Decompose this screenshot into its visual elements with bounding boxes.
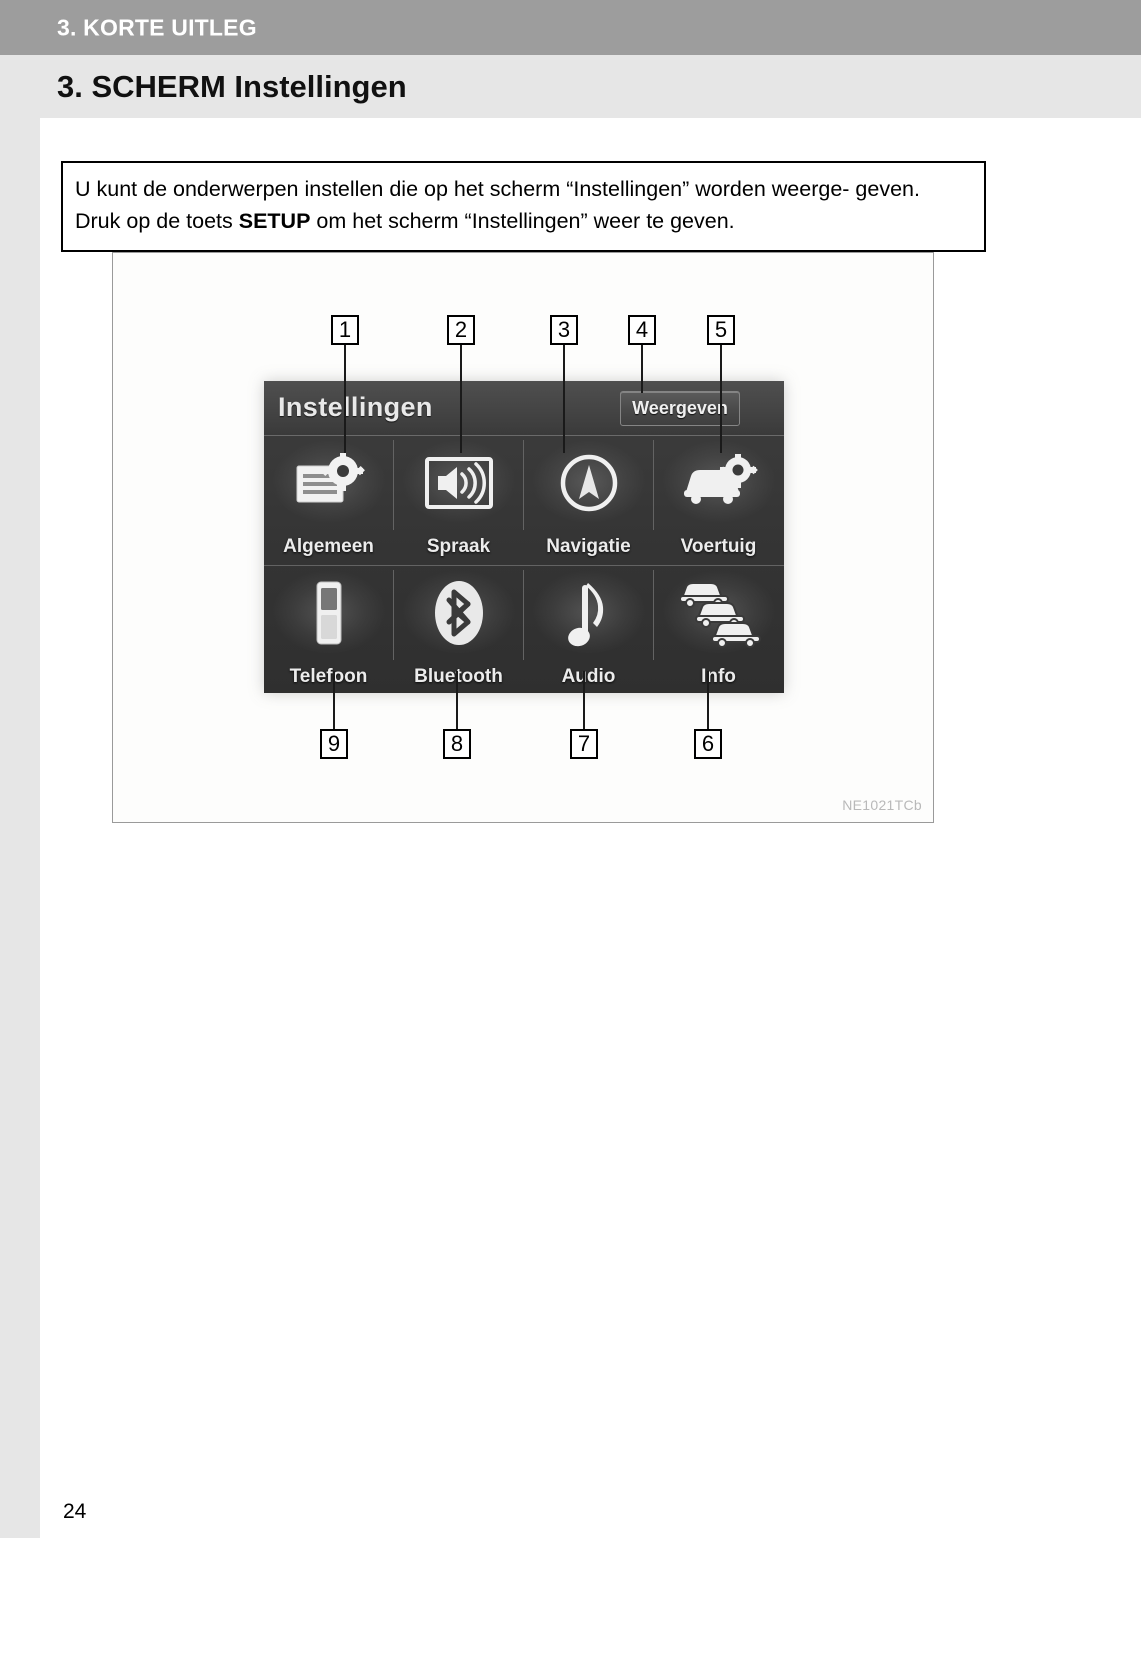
setup-key-label: SETUP — [238, 208, 311, 233]
navigation-settings-screen: Instellingen Weergeven Algemeen Spraak N… — [264, 381, 784, 693]
intro-line-2b: om het scherm “Instellingen” weer te gev… — [310, 208, 735, 233]
settings-item-telefoon[interactable]: Telefoon — [264, 566, 393, 693]
leader-line-4 — [641, 345, 643, 393]
page-title: 3. SCHERM Instellingen — [57, 68, 407, 104]
settings-item-audio[interactable]: Audio — [523, 566, 653, 693]
phone-icon — [264, 574, 393, 652]
navigation-compass-icon — [524, 444, 653, 522]
settings-item-label: Navigatie — [546, 536, 631, 557]
bluetooth-icon — [394, 574, 523, 652]
settings-item-label: Bluetooth — [414, 666, 503, 687]
leader-line-7 — [583, 671, 585, 729]
settings-grid: Algemeen Spraak Navigatie Voertuig Telef… — [264, 436, 784, 693]
settings-item-algemeen[interactable]: Algemeen — [264, 436, 393, 564]
leader-line-1 — [344, 345, 346, 453]
callout-1: 1 — [331, 315, 359, 345]
settings-item-label: Spraak — [426, 536, 491, 557]
chapter-bar: 3. KORTE UITLEG — [0, 0, 1141, 55]
settings-item-spraak[interactable]: Spraak — [393, 436, 523, 564]
callout-8: 8 — [443, 729, 471, 759]
callout-3: 3 — [550, 315, 578, 345]
leader-line-5 — [720, 345, 722, 453]
leader-line-2 — [460, 345, 462, 453]
display-button[interactable]: Weergeven — [620, 391, 740, 426]
section-title-band: 3. SCHERM Instellingen — [0, 55, 1141, 118]
music-note-icon — [524, 574, 653, 652]
callout-2: 2 — [447, 315, 475, 345]
page-edge-strip — [0, 118, 40, 1538]
settings-row-2: Telefoon Bluetooth Audio Info — [264, 565, 784, 693]
screen-titlebar: Instellingen Weergeven — [264, 381, 784, 436]
settings-row-1: Algemeen Spraak Navigatie Voertuig — [264, 436, 784, 564]
settings-item-bluetooth[interactable]: Bluetooth — [393, 566, 523, 693]
figure-frame: 1 2 3 4 5 9 8 7 6 Instellingen Weergeven — [112, 252, 934, 823]
chapter-label: 3. KORTE UITLEG — [57, 14, 257, 40]
settings-item-label: Voertuig — [680, 536, 757, 557]
settings-item-navigatie[interactable]: Navigatie — [523, 436, 653, 564]
callout-7: 7 — [570, 729, 598, 759]
screen-title: Instellingen — [278, 392, 433, 422]
intro-callout-box: U kunt de onderwerpen instellen die op h… — [61, 161, 986, 253]
settings-item-label: Algemeen — [283, 536, 374, 557]
voice-speaker-icon — [394, 444, 523, 522]
settings-item-voertuig[interactable]: Voertuig — [653, 436, 783, 564]
intro-paragraph: U kunt de onderwerpen instellen die op h… — [75, 174, 970, 237]
settings-item-label: Info — [701, 666, 736, 687]
leader-line-8 — [456, 671, 458, 729]
callout-5: 5 — [707, 315, 735, 345]
settings-item-label: Telefoon — [289, 666, 368, 687]
intro-line-1: U kunt de onderwerpen instellen die op h… — [75, 177, 850, 201]
settings-item-info[interactable]: Info — [653, 566, 783, 693]
callout-4: 4 — [628, 315, 656, 345]
general-settings-icon — [264, 444, 393, 522]
leader-line-3 — [563, 345, 565, 453]
traffic-cars-icon — [654, 574, 783, 652]
leader-line-9 — [333, 671, 335, 729]
callout-6: 6 — [694, 729, 722, 759]
page-number: 24 — [63, 1500, 87, 1523]
settings-item-label: Audio — [561, 666, 616, 687]
figure-code: NE1021TCb — [842, 797, 922, 813]
leader-line-6 — [707, 671, 709, 729]
callout-9: 9 — [320, 729, 348, 759]
vehicle-settings-icon — [654, 444, 783, 522]
